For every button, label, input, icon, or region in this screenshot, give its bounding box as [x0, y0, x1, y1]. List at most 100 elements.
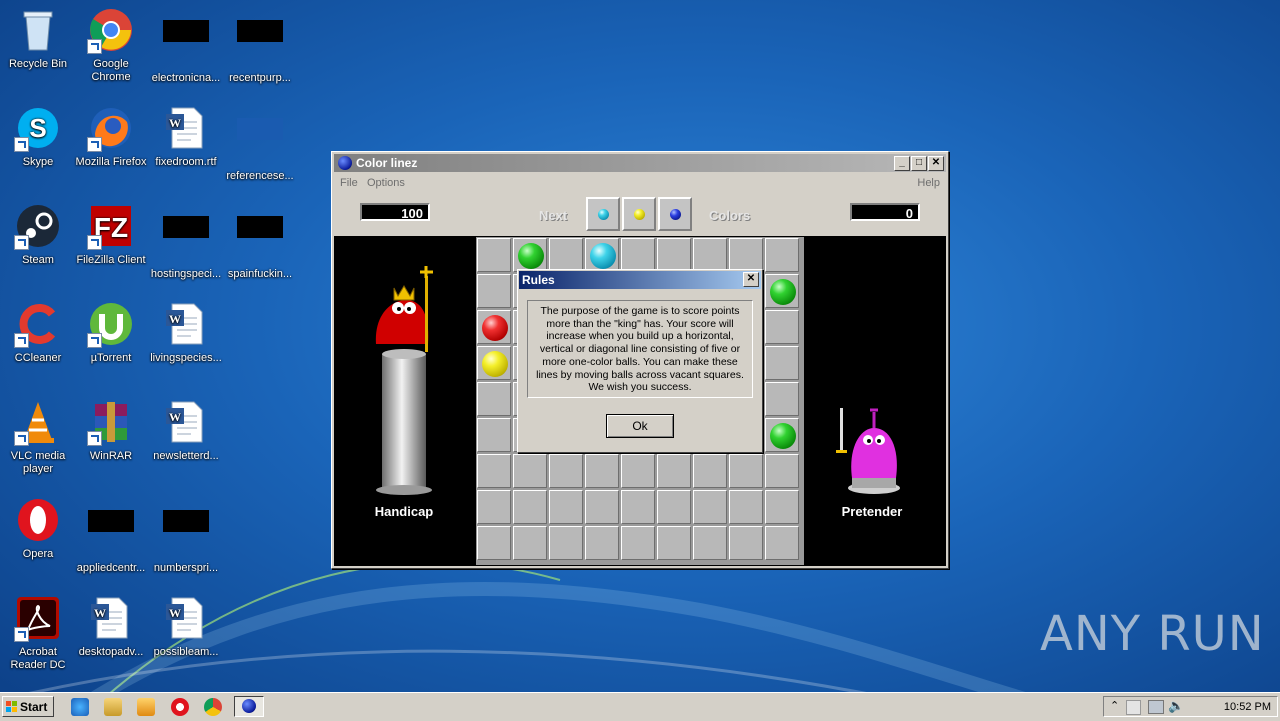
board-cell[interactable] — [513, 526, 547, 560]
desktop-icon-spainfuckin[interactable]: spainfuckin... — [222, 202, 298, 281]
desktop-icon-filezilla[interactable]: FZ FileZilla Client — [73, 202, 149, 267]
desktop-icon-utorrent[interactable]: µTorrent — [73, 300, 149, 365]
board-cell[interactable] — [549, 238, 583, 272]
clock[interactable]: 10:52 PM — [1224, 701, 1271, 713]
desktop-icon-livingspecies[interactable]: W livingspecies... — [148, 300, 224, 365]
board-cell[interactable] — [657, 526, 691, 560]
board-cell[interactable] — [729, 490, 763, 524]
board-cell[interactable] — [585, 526, 619, 560]
board-cell[interactable] — [621, 454, 655, 488]
opera-taskbar-icon[interactable] — [171, 698, 189, 716]
board-cell[interactable] — [693, 238, 727, 272]
board-cell[interactable] — [585, 454, 619, 488]
board-cell[interactable] — [549, 526, 583, 560]
board-cell[interactable] — [621, 526, 655, 560]
board-cell[interactable] — [765, 526, 799, 560]
rules-dialog-title[interactable]: Rules — [519, 271, 761, 289]
maximize-button[interactable]: □ — [911, 156, 927, 171]
board-cell[interactable] — [765, 310, 799, 344]
board-cell[interactable] — [513, 454, 547, 488]
board-cell[interactable] — [765, 382, 799, 416]
board-cell[interactable] — [765, 418, 799, 452]
desktop-icon-chrome[interactable]: Google Chrome — [73, 6, 149, 84]
board-cell[interactable] — [765, 490, 799, 524]
board-cell[interactable] — [621, 490, 655, 524]
menu-help[interactable]: Help — [917, 177, 940, 189]
desktop-icon-recycle-bin[interactable]: Recycle Bin — [0, 6, 76, 71]
board-cell[interactable] — [477, 382, 511, 416]
board-cell[interactable] — [549, 490, 583, 524]
desktop-icon-opera[interactable]: Opera — [0, 496, 76, 561]
file-explorer-icon[interactable] — [104, 698, 122, 716]
board-cell[interactable] — [549, 454, 583, 488]
board-cell[interactable] — [477, 346, 511, 380]
board-cell[interactable] — [657, 238, 691, 272]
board-cell[interactable] — [477, 526, 511, 560]
media-player-icon[interactable] — [137, 698, 155, 716]
board-cell[interactable] — [765, 274, 799, 308]
board-cell[interactable] — [657, 490, 691, 524]
chrome-taskbar-icon[interactable] — [204, 698, 222, 716]
desktop-icon-numberspri[interactable]: numberspri... — [148, 496, 224, 575]
window-titlebar[interactable]: Color linez _ □ ✕ — [334, 154, 946, 172]
desktop-icon-winrar[interactable]: WinRAR — [73, 398, 149, 463]
desktop-icon-referencese[interactable]: referencese... — [222, 104, 298, 183]
board-cell[interactable] — [477, 274, 511, 308]
board-cell[interactable] — [693, 454, 727, 488]
menu-file[interactable]: File — [340, 177, 358, 189]
desktop-icon-steam[interactable]: Steam — [0, 202, 76, 267]
network-icon[interactable] — [1148, 700, 1164, 714]
desktop-icon-desktopadv[interactable]: W desktopadv... — [73, 594, 149, 659]
desktop-icon-hostingspeci[interactable]: hostingspeci... — [148, 202, 224, 281]
board-cell[interactable] — [477, 238, 511, 272]
ball-yellow[interactable] — [482, 351, 508, 377]
desktop-icon-possibleam[interactable]: W possibleam... — [148, 594, 224, 659]
board-cell[interactable] — [693, 526, 727, 560]
desktop-icon-fixedroom[interactable]: W fixedroom.rtf — [148, 104, 224, 169]
show-hidden-icons-icon[interactable]: ⌃ — [1110, 699, 1119, 712]
minimize-button[interactable]: _ — [894, 156, 910, 171]
board-cell[interactable] — [477, 454, 511, 488]
board-cell[interactable] — [513, 238, 547, 272]
taskbar-color-linez-button[interactable] — [234, 696, 264, 717]
desktop-icon-newsletterd[interactable]: W newsletterd... — [148, 398, 224, 463]
desktop-icon-vlc[interactable]: VLC media player — [0, 398, 76, 476]
board-cell[interactable] — [729, 526, 763, 560]
windows-flag-icon — [6, 701, 17, 712]
board-cell[interactable] — [477, 310, 511, 344]
volume-icon[interactable]: 🔈 — [1168, 698, 1184, 714]
board-cell[interactable] — [477, 490, 511, 524]
board-cell[interactable] — [693, 490, 727, 524]
board-cell[interactable] — [657, 454, 691, 488]
desktop-icon-skype[interactable]: S Skype — [0, 104, 76, 169]
start-button[interactable]: Start — [2, 696, 54, 717]
desktop-icon-ccleaner[interactable]: CCleaner — [0, 300, 76, 365]
ball-green[interactable] — [770, 423, 796, 449]
desktop-icon-electronicna[interactable]: electronicna... — [148, 6, 224, 85]
ball-cyan[interactable] — [590, 243, 616, 269]
board-cell[interactable] — [585, 238, 619, 272]
board-cell[interactable] — [621, 238, 655, 272]
desktop-icon-appliedcentr[interactable]: appliedcentr... — [73, 496, 149, 575]
ok-button[interactable]: Ok — [606, 414, 674, 438]
board-cell[interactable] — [477, 418, 511, 452]
board-cell[interactable] — [729, 238, 763, 272]
desktop-icon-acrobat[interactable]: Acrobat Reader DC — [0, 594, 76, 672]
desktop-icon-firefox[interactable]: Mozilla Firefox — [73, 104, 149, 169]
ball-green[interactable] — [770, 279, 796, 305]
board-cell[interactable] — [765, 238, 799, 272]
ball-red[interactable] — [482, 315, 508, 341]
menu-options[interactable]: Options — [367, 177, 405, 189]
board-cell[interactable] — [513, 490, 547, 524]
action-center-icon[interactable] — [1126, 700, 1141, 715]
next-ball-slot — [622, 197, 656, 231]
board-cell[interactable] — [765, 346, 799, 380]
desktop-icon-recentpurp[interactable]: recentpurp... — [222, 6, 298, 85]
board-cell[interactable] — [729, 454, 763, 488]
board-cell[interactable] — [765, 454, 799, 488]
rules-dialog-close-button[interactable]: ✕ — [743, 272, 759, 287]
ball-green[interactable] — [518, 243, 544, 269]
internet-explorer-icon[interactable] — [71, 698, 89, 716]
close-button[interactable]: ✕ — [928, 156, 944, 171]
board-cell[interactable] — [585, 490, 619, 524]
